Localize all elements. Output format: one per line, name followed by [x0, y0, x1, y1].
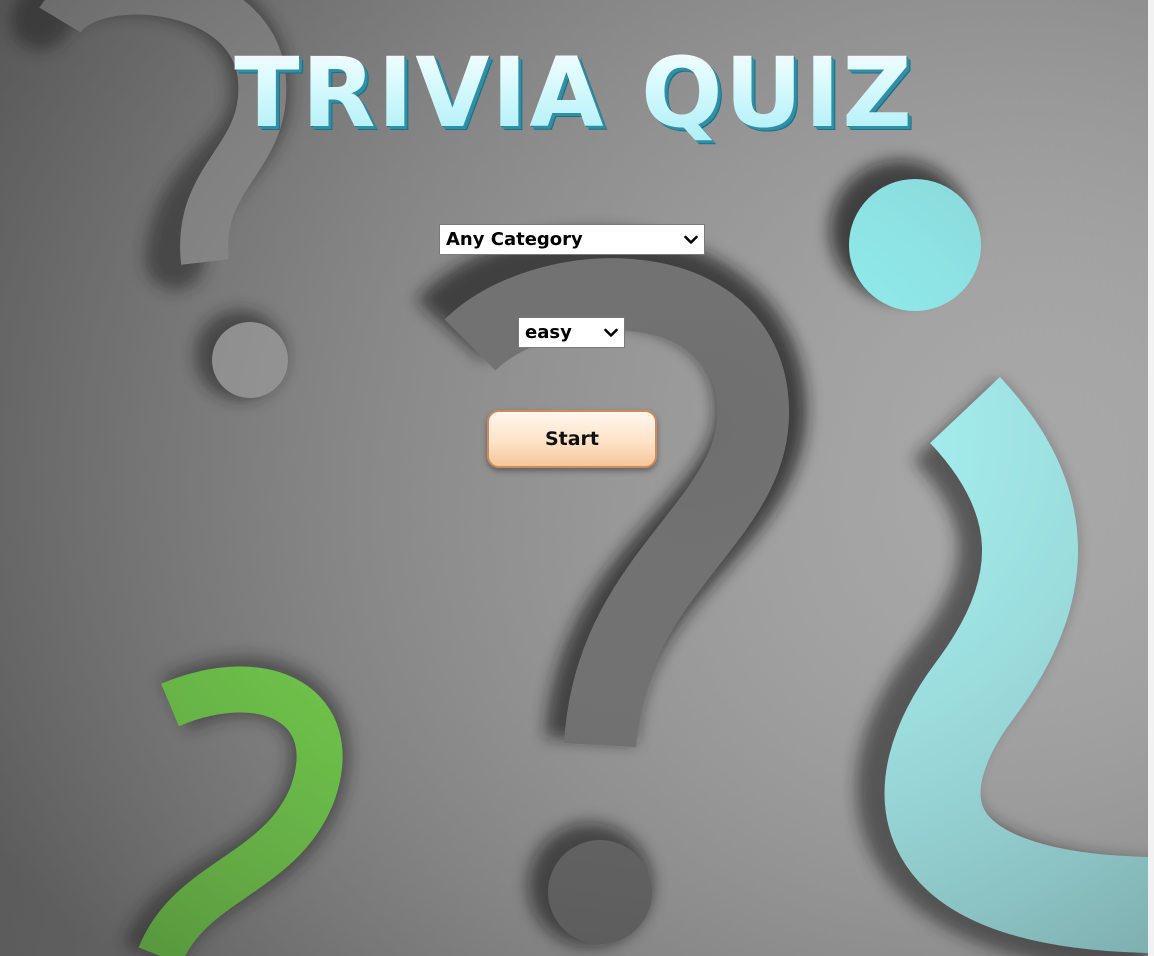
chevron-down-icon	[598, 318, 624, 347]
chevron-down-icon	[678, 225, 704, 254]
difficulty-select[interactable]: easy	[518, 317, 625, 348]
category-select[interactable]: Any Category	[439, 224, 705, 255]
start-button[interactable]: Start	[487, 410, 657, 468]
start-button-label: Start	[544, 428, 600, 450]
difficulty-select-value: easy	[525, 322, 572, 343]
page-edge	[1148, 0, 1154, 956]
category-select-value: Any Category	[446, 229, 583, 250]
page-title: TRIVIA QUIZ	[0, 38, 1148, 148]
